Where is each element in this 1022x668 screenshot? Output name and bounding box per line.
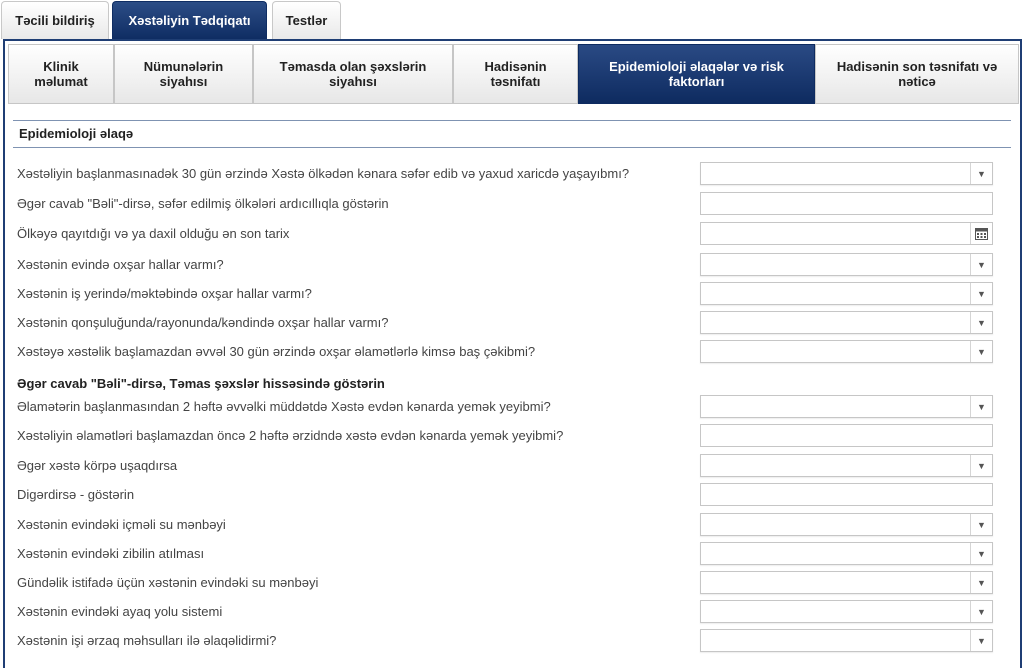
chevron-down-icon[interactable]: ▼	[970, 341, 992, 362]
chevron-down-icon[interactable]: ▼	[970, 396, 992, 417]
garbage-disposal-select[interactable]: ▼	[700, 542, 993, 565]
visited-countries-label: Əgər cavab "Bəli"-dirsə, səfər edilmiş ö…	[17, 196, 389, 211]
subtab-contacts-list[interactable]: Təmasda olan şəxslərin siyahısı	[253, 44, 453, 104]
subtab-label: Təmasda olan şəxslərin siyahısı	[279, 59, 427, 89]
drinking-water-source-select[interactable]: ▼	[700, 513, 993, 536]
food-related-job-label: Xəstənin işi ərzaq məhsulları ilə əlaqəl…	[17, 633, 277, 648]
daily-water-source-label: Gündəlik istifadə üçün xəstənin evindəki…	[17, 575, 319, 590]
visitor-with-symptoms-label: Xəstəyə xəstəlik başlamazdan əvvəl 30 gü…	[17, 344, 536, 359]
text-input[interactable]	[701, 484, 992, 505]
work-school-similar-cases-select[interactable]: ▼	[700, 282, 993, 305]
ate-outside-before-onset-select[interactable]: ▼	[700, 395, 993, 418]
tab-tests[interactable]: Testlər	[272, 1, 341, 39]
garbage-disposal-label: Xəstənin evindəki zibilin atılması	[17, 546, 205, 561]
daily-water-source-select[interactable]: ▼	[700, 571, 993, 594]
date-input[interactable]	[701, 223, 969, 244]
ate-outside-two-weeks-label: Xəstəliyin əlamətləri başlamazdan öncə 2…	[17, 428, 564, 443]
work-school-similar-cases-label: Xəstənin iş yerində/məktəbində oxşar hal…	[17, 286, 312, 301]
infant-child-select[interactable]: ▼	[700, 454, 993, 477]
sub-tab-bar: Klinik məlumat Nümunələrin siyahısı Təma…	[8, 44, 1020, 104]
tab-label: Testlər	[285, 13, 328, 28]
subtab-case-classification[interactable]: Hadisənin təsnifatı	[453, 44, 578, 104]
chevron-down-icon[interactable]: ▼	[970, 572, 992, 593]
visited-countries-input[interactable]	[700, 192, 993, 215]
ate-outside-two-weeks-input[interactable]	[700, 424, 993, 447]
chevron-down-icon[interactable]: ▼	[970, 601, 992, 622]
chevron-down-icon[interactable]: ▼	[970, 514, 992, 535]
subtab-final-classification[interactable]: Hadisənin son təsnifatı və nəticə	[815, 44, 1019, 104]
drinking-water-source-label: Xəstənin evindəki içməli su mənbəyi	[17, 517, 226, 532]
section-title: Epidemioloji əlaqə	[13, 120, 1011, 148]
top-tab-bar: Təcili bildiriş Xəstəliyin Tədqiqatı Tes…	[0, 0, 1022, 40]
food-related-job-select[interactable]: ▼	[700, 629, 993, 652]
infant-child-label: Əgər xəstə körpə uşaqdırsa	[17, 458, 178, 473]
subtab-clinical-info[interactable]: Klinik məlumat	[8, 44, 114, 104]
neighborhood-similar-cases-select[interactable]: ▼	[700, 311, 993, 334]
subtab-label: Epidemioloji əlaqələr və risk faktorları	[609, 59, 784, 89]
subtab-label: Hadisənin son təsnifatı və nəticə	[836, 59, 998, 89]
return-date-date-input[interactable]	[700, 222, 993, 245]
tab-label: Xəstəliyin Tədqiqatı	[128, 13, 251, 28]
tab-label: Təcili bildiriş	[15, 13, 95, 28]
subtab-epidemiological-links[interactable]: Epidemioloji əlaqələr və risk faktorları	[578, 44, 815, 104]
chevron-down-icon[interactable]: ▼	[970, 543, 992, 564]
text-input[interactable]	[701, 193, 992, 214]
other-specify-input[interactable]	[700, 483, 993, 506]
chevron-down-icon[interactable]: ▼	[970, 630, 992, 651]
visitor-with-symptoms-select[interactable]: ▼	[700, 340, 993, 363]
investigation-panel: Klinik məlumat Nümunələrin siyahısı Təma…	[3, 39, 1022, 668]
toilet-system-select[interactable]: ▼	[700, 600, 993, 623]
chevron-down-icon[interactable]: ▼	[970, 283, 992, 304]
toilet-system-label: Xəstənin evindəki ayaq yolu sistemi	[17, 604, 223, 619]
tab-disease-investigation[interactable]: Xəstəliyin Tədqiqatı	[112, 1, 267, 39]
other-specify-label: Digərdirsə - göstərin	[17, 487, 135, 502]
tab-urgent-notification[interactable]: Təcili bildiriş	[1, 1, 109, 39]
neighborhood-similar-cases-label: Xəstənin qonşuluğunda/rayonunda/kəndində…	[17, 315, 389, 330]
subtab-label: Hadisənin təsnifatı	[484, 59, 547, 89]
subtab-label: Klinik məlumat	[34, 59, 88, 89]
subtab-label: Nümunələrin siyahısı	[143, 59, 224, 89]
home-similar-cases-label: Xəstənin evində oxşar hallar varmı?	[17, 257, 224, 272]
chevron-down-icon[interactable]: ▼	[970, 312, 992, 333]
calendar-icon[interactable]	[970, 223, 992, 244]
subtab-samples-list[interactable]: Nümunələrin siyahısı	[114, 44, 253, 104]
chevron-down-icon[interactable]: ▼	[970, 455, 992, 476]
travel-abroad-select[interactable]: ▼	[700, 162, 993, 185]
ate-outside-before-onset-label: Əlamətərin başlanmasından 2 həftə əvvəlk…	[17, 399, 551, 414]
travel-abroad-label: Xəstəliyin başlanmasınadək 30 gün ərzind…	[17, 166, 630, 181]
contacts-note-label: Əgər cavab "Bəli"-dirsə, Təmas şəxslər h…	[17, 376, 385, 391]
chevron-down-icon[interactable]: ▼	[970, 254, 992, 275]
chevron-down-icon[interactable]: ▼	[970, 163, 992, 184]
return-date-label: Ölkəyə qayıtdığı və ya daxil olduğu ən s…	[17, 226, 290, 241]
home-similar-cases-select[interactable]: ▼	[700, 253, 993, 276]
text-input[interactable]	[701, 425, 992, 446]
